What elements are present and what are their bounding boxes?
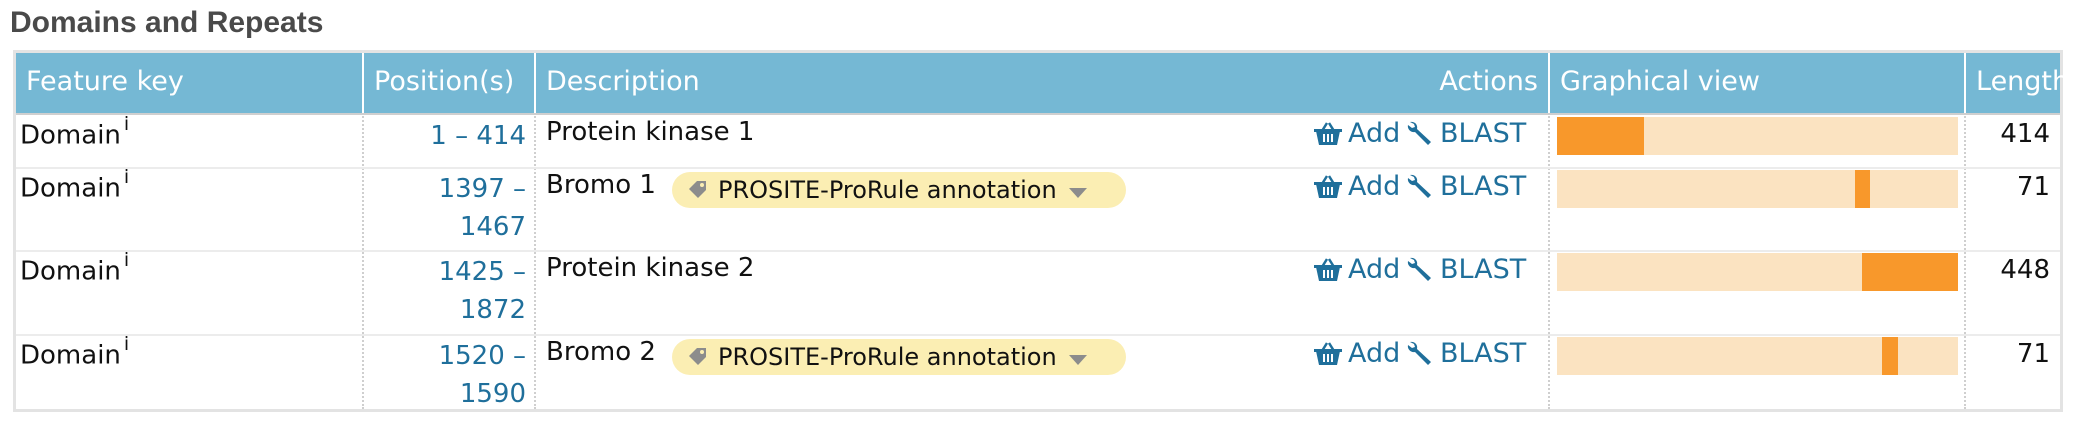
blast-label[interactable]: BLAST (1440, 254, 1526, 285)
basket-icon (1314, 257, 1342, 283)
blast-label[interactable]: BLAST (1440, 338, 1526, 369)
info-marker[interactable]: i (124, 249, 129, 271)
chevron-down-icon (1068, 355, 1087, 365)
length-value: 448 (2000, 255, 2050, 285)
wrench-icon (1406, 256, 1434, 284)
tag-icon (688, 180, 708, 200)
position-line-2[interactable]: 1590 (366, 375, 526, 413)
feature-range-bar[interactable] (1557, 117, 1644, 155)
blast-button[interactable]: BLAST (1406, 171, 1526, 202)
position-line-1[interactable]: 1425 – (366, 253, 526, 291)
position-line-1[interactable]: 1 – 414 (366, 117, 526, 155)
basket-icon (1314, 341, 1342, 367)
feature-track (1557, 337, 1958, 375)
add-label[interactable]: Add (1348, 171, 1400, 202)
description-text: Bromo 2 (546, 337, 656, 367)
blast-button[interactable]: BLAST (1406, 338, 1526, 369)
section-title: Domains and Repeats (10, 6, 324, 39)
chevron-down-icon (1068, 188, 1087, 198)
annotation-pill[interactable]: PROSITE-ProRule annotation (672, 172, 1126, 208)
wrench-icon (1406, 340, 1434, 368)
blast-label[interactable]: BLAST (1440, 171, 1526, 202)
description-text: Protein kinase 1 (546, 117, 755, 147)
info-marker[interactable]: i (124, 333, 129, 355)
tag-icon (688, 347, 708, 367)
domains-table: Feature key Position(s) Description Acti… (13, 50, 2069, 413)
position-link[interactable]: 1397 –1467 (366, 170, 526, 246)
wrench-icon (1406, 120, 1434, 148)
position-line-2[interactable]: 1467 (366, 208, 526, 246)
basket-icon (1314, 121, 1342, 147)
feature-track (1557, 170, 1958, 208)
blast-button[interactable]: BLAST (1406, 118, 1526, 149)
header-graphical-view: Graphical view (1550, 53, 1964, 113)
info-marker[interactable]: i (124, 166, 129, 188)
wrench-icon (1406, 173, 1434, 201)
blast-button[interactable]: BLAST (1406, 254, 1526, 285)
blast-label[interactable]: BLAST (1440, 118, 1526, 149)
add-to-basket-button[interactable]: Add (1314, 338, 1400, 369)
position-link[interactable]: 1520 –1590 (366, 337, 526, 413)
position-line-1[interactable]: 1520 – (366, 337, 526, 375)
feature-range-bar[interactable] (1862, 253, 1958, 291)
header-length[interactable]: Length (1966, 53, 2069, 113)
feature-key: Domain (20, 120, 121, 151)
basket-icon (1314, 174, 1342, 200)
add-to-basket-button[interactable]: Add (1314, 118, 1400, 149)
add-label[interactable]: Add (1348, 118, 1400, 149)
feature-key-cell: Domain i (20, 113, 129, 151)
feature-track (1557, 253, 1958, 291)
description-text: Protein kinase 2 (546, 253, 755, 283)
annotation-pill[interactable]: PROSITE-ProRule annotation (672, 339, 1126, 375)
position-link[interactable]: 1 – 414 (366, 117, 526, 155)
feature-key: Domain (20, 256, 121, 287)
header-positions[interactable]: Position(s) (364, 53, 534, 113)
add-to-basket-button[interactable]: Add (1314, 171, 1400, 202)
add-label[interactable]: Add (1348, 254, 1400, 285)
feature-key-cell: Domain i (20, 249, 129, 287)
length-value: 71 (2016, 339, 2050, 369)
add-label[interactable]: Add (1348, 338, 1400, 369)
feature-key-cell: Domain i (20, 166, 129, 204)
position-line-2[interactable]: 1872 (366, 291, 526, 329)
pill-label: PROSITE-ProRule annotation (718, 176, 1057, 204)
feature-track (1557, 117, 1958, 155)
add-to-basket-button[interactable]: Add (1314, 254, 1400, 285)
header-feature-key[interactable]: Feature key (16, 53, 362, 113)
info-marker[interactable]: i (124, 113, 129, 135)
feature-range-bar[interactable] (1855, 170, 1870, 208)
pill-label: PROSITE-ProRule annotation (718, 343, 1057, 371)
position-line-1[interactable]: 1397 – (366, 170, 526, 208)
position-link[interactable]: 1425 –1872 (366, 253, 526, 329)
description-text: Bromo 1 (546, 170, 656, 200)
feature-range-bar[interactable] (1882, 337, 1898, 375)
feature-key: Domain (20, 173, 121, 204)
feature-key-cell: Domain i (20, 333, 129, 371)
header-description[interactable]: Description (536, 53, 1036, 113)
length-value: 71 (2016, 172, 2050, 202)
feature-key: Domain (20, 340, 121, 371)
length-value: 414 (2000, 119, 2050, 149)
header-actions: Actions (1036, 53, 1548, 113)
